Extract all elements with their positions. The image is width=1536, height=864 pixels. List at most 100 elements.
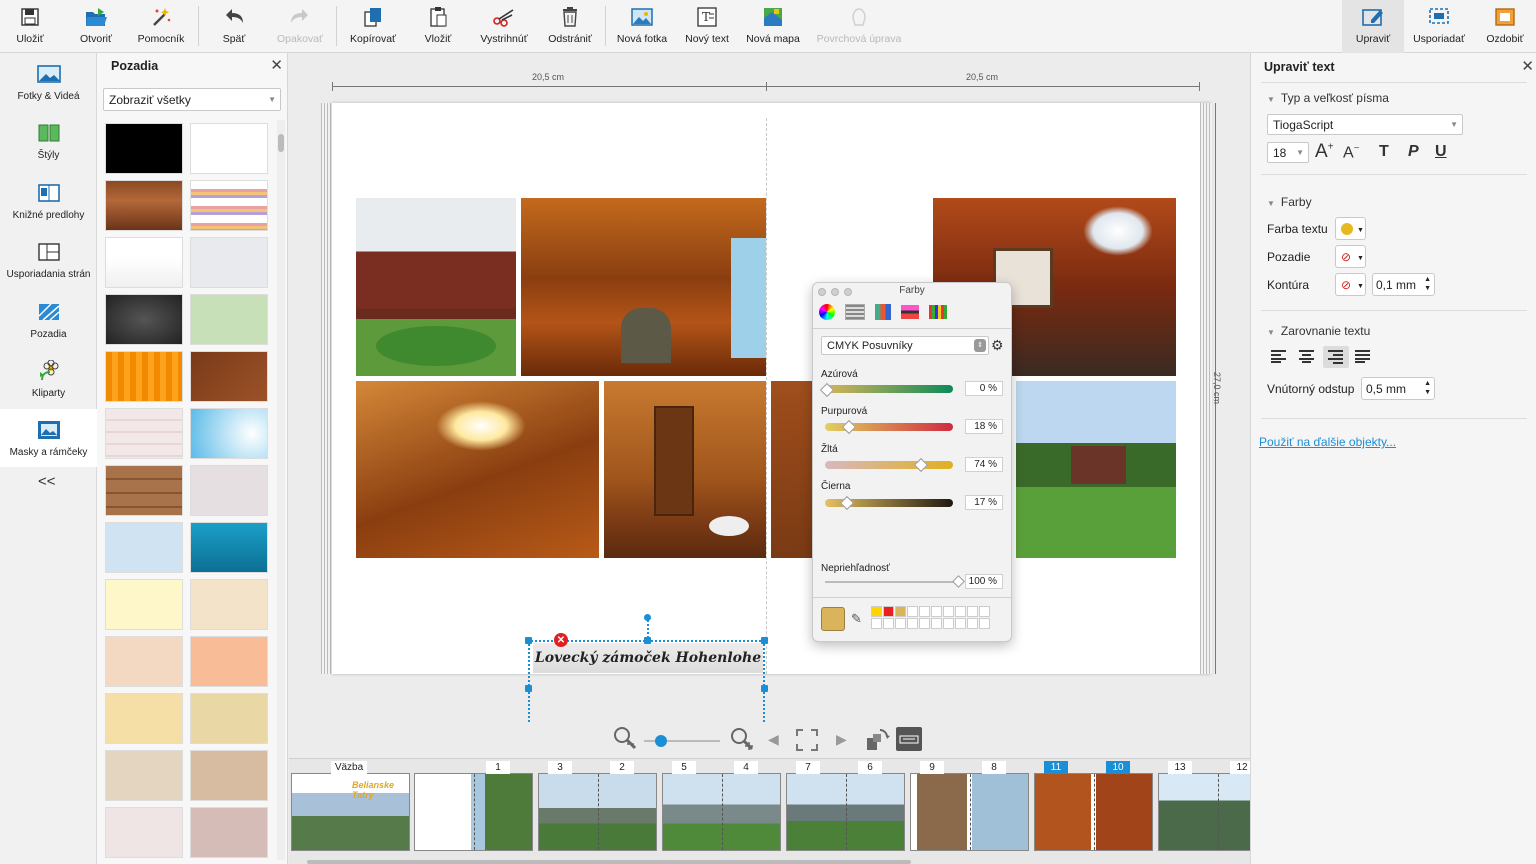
increase-font-icon[interactable]: A+: [1315, 141, 1334, 163]
yellow-slider[interactable]: [825, 461, 953, 469]
nav-styles[interactable]: Štýly: [0, 112, 97, 170]
bold-icon[interactable]: T: [1379, 143, 1389, 161]
color-swatch[interactable]: [919, 606, 930, 617]
new-text-button[interactable]: T Nový text: [682, 0, 732, 53]
crayons-icon[interactable]: [929, 305, 947, 319]
page-number-label[interactable]: 4: [734, 761, 758, 774]
background-tile[interactable]: [190, 807, 268, 858]
keyboard-icon[interactable]: [896, 727, 922, 751]
color-swatch[interactable]: [919, 618, 930, 629]
color-swatch[interactable]: [979, 618, 990, 629]
background-tile[interactable]: [190, 636, 268, 687]
color-wheel-icon[interactable]: [819, 304, 835, 320]
page-number-label[interactable]: 8: [982, 761, 1006, 774]
page-number-label[interactable]: 13: [1168, 761, 1192, 774]
resize-handle[interactable]: [761, 637, 768, 644]
background-tile[interactable]: [190, 123, 268, 174]
panel-scrollbar[interactable]: [277, 120, 285, 860]
background-tile[interactable]: [105, 750, 183, 801]
collapse-sidebar-button[interactable]: <<: [38, 473, 56, 490]
photo-room-door[interactable]: [604, 381, 766, 558]
background-tile[interactable]: [105, 807, 183, 858]
delete-button[interactable]: Odstrániť: [546, 0, 594, 53]
color-swatch[interactable]: [871, 618, 882, 629]
padding-stepper[interactable]: 0,5 mm ▲ ▼: [1361, 377, 1435, 400]
opacity-value[interactable]: 100 %: [965, 574, 1003, 589]
page-thumbnail[interactable]: [538, 773, 657, 851]
color-swatch[interactable]: [895, 606, 906, 617]
color-swatch[interactable]: [883, 606, 894, 617]
outline-width-stepper[interactable]: 0,1 mm ▲ ▼: [1372, 273, 1435, 296]
resize-handle[interactable]: [525, 637, 532, 644]
zoom-out-icon[interactable]: [612, 725, 638, 751]
copy-button[interactable]: Kopírovať: [348, 0, 398, 53]
decorate-mode-button[interactable]: Ozdobiť: [1478, 0, 1532, 53]
open-button[interactable]: Otvoriť: [74, 0, 118, 53]
background-tile[interactable]: [105, 408, 183, 459]
outline-color-picker[interactable]: ⊘ ▼: [1335, 273, 1366, 296]
color-swatch[interactable]: [967, 606, 978, 617]
delete-object-icon[interactable]: ✕: [554, 633, 568, 647]
nav-page-layouts[interactable]: Usporiadania strán: [0, 231, 97, 289]
photo-partial-room[interactable]: [771, 381, 813, 558]
background-tile[interactable]: [105, 579, 183, 630]
background-filter-dropdown[interactable]: Zobraziť všetky ▼: [103, 88, 281, 111]
gear-icon[interactable]: ⚙: [991, 337, 1004, 354]
opacity-slider[interactable]: [825, 581, 959, 583]
photo-lodge-forest[interactable]: [1016, 381, 1176, 558]
close-icon[interactable]: ✕: [1521, 57, 1534, 75]
text-color-picker[interactable]: ▼: [1335, 217, 1366, 240]
background-tile[interactable]: [190, 180, 268, 231]
nav-book-templates[interactable]: Knižné predlohy: [0, 172, 97, 230]
align-left-icon[interactable]: [1271, 350, 1289, 364]
background-tile[interactable]: [105, 180, 183, 231]
background-tile[interactable]: [105, 351, 183, 402]
color-swatch[interactable]: [871, 606, 882, 617]
nav-cliparts[interactable]: Kliparty: [0, 350, 97, 408]
apply-to-other-objects-link[interactable]: Použiť na ďalšie objekty...: [1259, 435, 1396, 449]
surface-edit-button[interactable]: Povrchová úprava: [812, 0, 906, 53]
align-justify-icon[interactable]: [1355, 350, 1373, 364]
page-number-label[interactable]: 9: [920, 761, 944, 774]
scrollbar-thumb[interactable]: [278, 134, 284, 152]
color-swatch[interactable]: [955, 618, 966, 629]
previous-page-icon[interactable]: ◀: [768, 731, 779, 748]
color-swatch[interactable]: [943, 618, 954, 629]
color-sliders-icon[interactable]: [845, 304, 865, 320]
rotate-layout-icon[interactable]: [864, 727, 890, 753]
background-tile[interactable]: [105, 123, 183, 174]
page-number-label[interactable]: 11: [1044, 761, 1068, 774]
zoom-in-icon[interactable]: [728, 725, 756, 753]
nav-backgrounds[interactable]: Pozadia: [0, 291, 97, 349]
background-tile[interactable]: [105, 294, 183, 345]
page-thumbnail[interactable]: [1034, 773, 1153, 851]
arrange-mode-button[interactable]: Usporiadať: [1410, 0, 1468, 53]
align-center-icon[interactable]: [1299, 350, 1317, 364]
zoom-slider-knob[interactable]: [655, 735, 667, 747]
page-number-label[interactable]: 2: [610, 761, 634, 774]
color-swatch[interactable]: [943, 606, 954, 617]
eyedropper-icon[interactable]: ✎: [851, 611, 862, 627]
background-tile[interactable]: [105, 693, 183, 744]
colors-section-header[interactable]: ▼ Farby: [1267, 195, 1312, 209]
resize-handle[interactable]: [644, 637, 651, 644]
yellow-value[interactable]: 74 %: [965, 457, 1003, 472]
page-number-label[interactable]: 1: [486, 761, 510, 774]
color-swatch[interactable]: [931, 606, 942, 617]
black-value[interactable]: 17 %: [965, 495, 1003, 510]
background-tile[interactable]: [190, 351, 268, 402]
decrease-font-icon[interactable]: A−: [1343, 143, 1360, 162]
nav-photos-videos[interactable]: Fotky & Videá: [0, 53, 97, 111]
assistant-button[interactable]: Pomocník: [136, 0, 186, 53]
cut-button[interactable]: Vystrihnúť: [478, 0, 530, 53]
color-swatch[interactable]: [907, 606, 918, 617]
new-photo-button[interactable]: Nová fotka: [614, 0, 670, 53]
close-icon[interactable]: ✕: [270, 56, 283, 74]
page-thumbnail[interactable]: [662, 773, 781, 851]
background-tile[interactable]: [105, 465, 183, 516]
nav-masks-frames[interactable]: Masky a rámčeky: [0, 409, 97, 467]
italic-icon[interactable]: P: [1408, 143, 1419, 161]
page-number-label[interactable]: 3: [548, 761, 572, 774]
color-model-dropdown[interactable]: CMYK Posuvníky ⇕: [821, 336, 989, 355]
background-tile[interactable]: [190, 408, 268, 459]
